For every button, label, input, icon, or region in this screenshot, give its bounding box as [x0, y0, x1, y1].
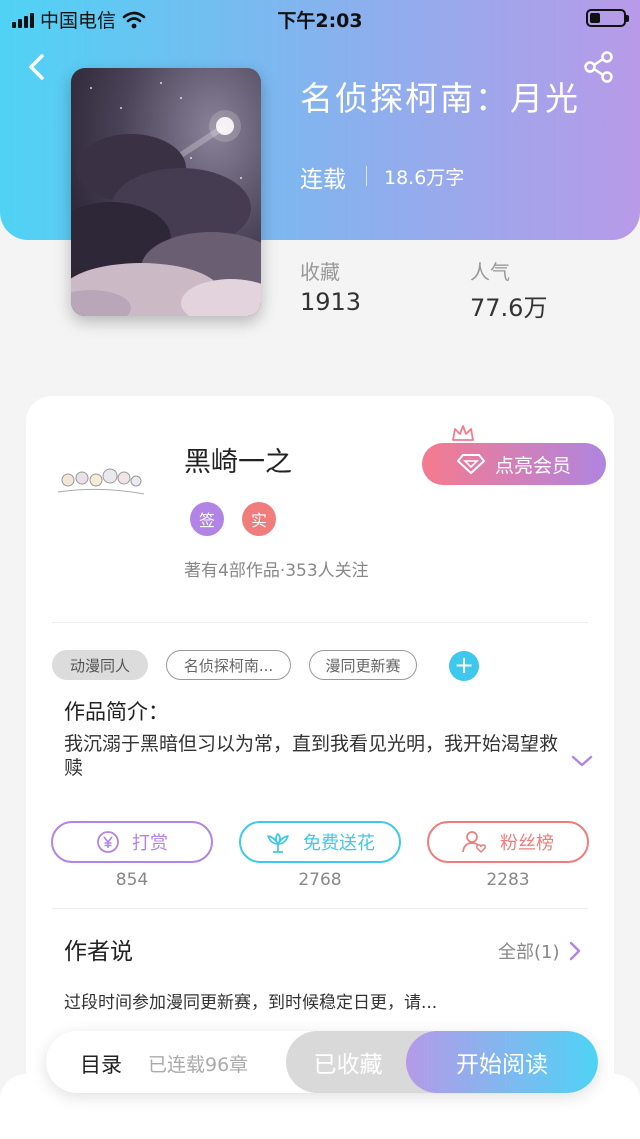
- vip-button[interactable]: 点亮会员: [422, 443, 606, 485]
- tag-item[interactable]: 漫同更新赛: [309, 650, 417, 680]
- signed-badge: 签: [190, 502, 224, 536]
- chevron-down-icon[interactable]: [570, 752, 594, 770]
- status-bar: 中国电信 下午2:03: [0, 0, 640, 36]
- popularity-count: 77.6万: [470, 294, 548, 322]
- book-cover-image[interactable]: [71, 68, 261, 316]
- tip-button-label: 打赏: [132, 833, 168, 854]
- view-all-link[interactable]: 全部(1): [498, 938, 582, 964]
- bottom-action-bar: 目录 已连载96章 已收藏 开始阅读: [46, 1031, 598, 1093]
- start-reading-button[interactable]: 开始阅读: [406, 1031, 598, 1093]
- fan-ranking-label: 粉丝榜: [500, 833, 554, 854]
- night-sky-clouds-illustration: [71, 82, 261, 316]
- favorites-label: 收藏: [300, 260, 340, 284]
- status-time: 下午2:03: [277, 10, 363, 32]
- send-flower-label: 免费送花: [303, 833, 375, 854]
- divider: [52, 622, 588, 623]
- popularity-label: 人气: [470, 260, 510, 284]
- battery-icon: [586, 9, 629, 27]
- add-tag-button[interactable]: +: [449, 651, 479, 681]
- flower-icon: [267, 833, 289, 853]
- author-meta: 著有4部作品·353人关注: [184, 561, 369, 581]
- back-arrow-icon[interactable]: [22, 52, 52, 82]
- share-icon[interactable]: [582, 50, 616, 84]
- fan-ranking-button[interactable]: 粉丝榜: [427, 821, 589, 863]
- crown-icon: [452, 425, 474, 441]
- serial-status: 连载: [300, 167, 346, 193]
- fan-count: 2283: [486, 870, 530, 890]
- diamond-icon: [456, 454, 485, 474]
- verified-badge: 实: [242, 502, 276, 536]
- divider: [52, 908, 588, 909]
- user-heart-icon: [462, 831, 486, 854]
- tip-button[interactable]: 打赏: [51, 821, 213, 863]
- flower-count: 2768: [298, 870, 342, 890]
- tag-item[interactable]: 动漫同人: [52, 650, 148, 680]
- author-says-title: 作者说: [64, 939, 133, 965]
- chevron-right-icon: [569, 941, 580, 961]
- divider: [366, 166, 367, 186]
- author-avatar[interactable]: [54, 456, 146, 502]
- intro-text: 我沉溺于黑暗但习以为常，直到我看见光明，我开始渴望救赎: [64, 733, 559, 779]
- chapter-count: 已连载96章: [148, 1054, 249, 1076]
- tip-count: 854: [115, 870, 149, 890]
- author-name[interactable]: 黑崎一之: [184, 440, 292, 479]
- author-note[interactable]: 过段时间参加漫同更新赛，到时候稳定日更，请...: [64, 988, 437, 1013]
- view-all-label: 全部(1): [498, 942, 560, 963]
- book-title: 名侦探柯南：月光: [300, 79, 580, 118]
- favorites-count: 1913: [300, 288, 362, 316]
- send-flower-button[interactable]: 免费送花: [239, 821, 401, 863]
- collected-button-label: 已收藏: [313, 1052, 383, 1078]
- intro-heading: 作品简介：: [64, 700, 169, 724]
- vip-button-label: 点亮会员: [494, 454, 571, 477]
- tag-item[interactable]: 名侦探柯南...: [166, 650, 291, 680]
- yen-coin-icon: [97, 831, 119, 853]
- word-count: 18.6万字: [384, 167, 465, 189]
- table-of-contents-button[interactable]: 目录: [80, 1049, 122, 1079]
